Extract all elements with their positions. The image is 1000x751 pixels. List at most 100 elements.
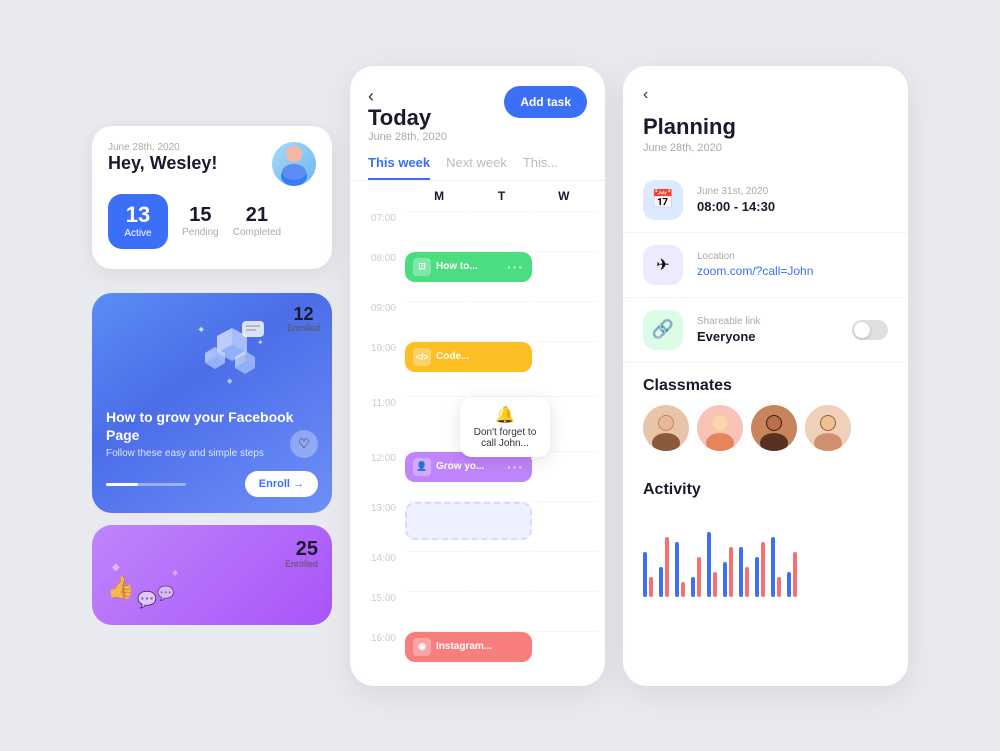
- bar-red-5: [713, 572, 717, 597]
- activity-section-title: Activity: [623, 467, 908, 509]
- bar-group-8: [755, 542, 765, 597]
- bar-red-10: [793, 552, 797, 597]
- bar-group-6: [723, 547, 733, 597]
- classmates-section-title: Classmates: [623, 363, 908, 405]
- time-label-1600: 16:00: [358, 631, 402, 671]
- event-grow-label: Grow yo...: [436, 461, 484, 472]
- event-how-to-icon: ⊡: [413, 258, 431, 276]
- tab-this-month[interactable]: This...: [523, 155, 558, 180]
- slot-m-1500: [405, 591, 467, 631]
- planning-panel: ‹ Planning June 28th, 2020 📅 June 31st, …: [623, 66, 908, 686]
- slot-w-1300: [535, 501, 597, 551]
- pending-count: 15: [182, 205, 219, 225]
- bar-blue-6: [723, 562, 727, 597]
- bar-group-9: [771, 537, 781, 597]
- event-grow-icon: 👤: [413, 458, 431, 476]
- bar-blue-3: [675, 542, 679, 597]
- reminder-text: Don't forget to call John...: [470, 427, 540, 449]
- calendar-icon: 📅: [652, 189, 674, 210]
- share-icon-circle: 🔗: [643, 310, 683, 350]
- share-content: Shareable link Everyone: [697, 316, 760, 344]
- plan-back-button[interactable]: ‹: [643, 86, 888, 104]
- time-row-0800: 08:00 ⊡ How to... ···: [358, 251, 597, 301]
- event-code-label: Code...: [436, 351, 469, 362]
- pending-label: Pending: [182, 227, 219, 238]
- cal-back-button[interactable]: ‹: [368, 86, 447, 107]
- time-label-1000: 10:00: [358, 341, 402, 396]
- bar-blue-5: [707, 532, 711, 597]
- time-label-1500: 15:00: [358, 591, 402, 631]
- event-how-to[interactable]: ⊡ How to... ···: [405, 252, 532, 282]
- classmate-4: [805, 405, 851, 451]
- tab-this-week[interactable]: This week: [368, 155, 430, 180]
- event-code[interactable]: </> Code...: [405, 342, 532, 372]
- share-toggle[interactable]: [852, 320, 888, 340]
- bar-red-9: [777, 577, 781, 597]
- classmate-1: [643, 405, 689, 451]
- progress-fill: [106, 483, 138, 486]
- svg-text:💬: 💬: [157, 585, 175, 602]
- enroll-button[interactable]: Enroll →: [245, 471, 318, 497]
- time-label-0900: 09:00: [358, 301, 402, 341]
- course-footer: Enroll →: [106, 471, 318, 497]
- bar-red-2: [665, 537, 669, 597]
- add-task-button[interactable]: Add task: [504, 86, 587, 118]
- greeting-title: Hey, Wesley!: [108, 153, 217, 174]
- slot-m-0700: [405, 211, 467, 251]
- stat-completed: 21 Completed: [233, 205, 281, 238]
- slot-t-0700: [470, 211, 532, 251]
- enrolled-count: 12: [287, 305, 320, 323]
- slot-w-0800: [535, 251, 597, 301]
- bar-red-7: [745, 567, 749, 597]
- cal-title: Today: [368, 107, 447, 129]
- slot-m-0900: [405, 301, 467, 341]
- slot-m-1300: [405, 501, 532, 551]
- bar-blue-2: [659, 567, 663, 597]
- completed-label: Completed: [233, 227, 281, 238]
- time-label-1100: 11:00: [358, 396, 402, 451]
- tab-next-week[interactable]: Next week: [446, 155, 507, 180]
- event-placeholder: [405, 502, 532, 540]
- plan-header: ‹ Planning June 28th, 2020: [623, 66, 908, 168]
- slot-m-0800: ⊡ How to... ···: [405, 251, 532, 301]
- bar-blue-4: [691, 577, 695, 597]
- event-instagram-label: Instagram...: [436, 641, 492, 652]
- cal-date: June 28th, 2020: [368, 131, 447, 143]
- event-instagram[interactable]: ◉ Instagram...: [405, 632, 532, 662]
- reminder-bubble: 🔔 Don't forget to call John...: [460, 397, 550, 457]
- bar-group-5: [707, 532, 717, 597]
- slot-m-1600: ◉ Instagram...: [405, 631, 532, 671]
- bar-group-7: [739, 547, 749, 597]
- course-illustration: ✦ ✦ ◆: [187, 303, 277, 398]
- plan-item-share: 🔗 Shareable link Everyone: [623, 298, 908, 363]
- day-w: W: [535, 189, 593, 203]
- datetime-value: 08:00 - 14:30: [697, 199, 775, 214]
- cal-tabs: This week Next week This...: [350, 155, 605, 181]
- location-content: Location zoom.com/?call=John: [697, 251, 813, 278]
- chart-bars: [643, 517, 888, 597]
- active-label: Active: [122, 228, 154, 239]
- slot-w-0700: [535, 211, 597, 251]
- location-value[interactable]: zoom.com/?call=John: [697, 264, 813, 278]
- datetime-icon-circle: 📅: [643, 180, 683, 220]
- cal-body: 07:00 08:00 ⊡ How to... ···: [350, 211, 605, 671]
- course-subtitle: Follow these easy and simple steps: [106, 448, 318, 459]
- plan-item-datetime: 📅 June 31st, 2020 08:00 - 14:30: [623, 168, 908, 233]
- bar-blue-1: [643, 552, 647, 597]
- slot-m-1000: </> Code...: [405, 341, 532, 396]
- day-m: M: [410, 189, 468, 203]
- avatar: [272, 142, 316, 186]
- completed-count: 21: [233, 205, 281, 225]
- time-label-1200: 12:00: [358, 451, 402, 501]
- stat-pending: 15 Pending: [182, 205, 219, 238]
- slot-w-1600: [535, 631, 597, 671]
- toggle-knob: [854, 322, 870, 338]
- main-container: June 28th, 2020 Hey, Wesley! 13 Act: [0, 0, 1000, 751]
- day-t: T: [472, 189, 530, 203]
- bar-red-1: [649, 577, 653, 597]
- bar-blue-8: [755, 557, 759, 597]
- plan-item-location: ✈ Location zoom.com/?call=John: [623, 233, 908, 298]
- event-how-to-label: How to...: [436, 261, 478, 272]
- cal-header: ‹ Today June 28th, 2020 Add task: [350, 66, 605, 155]
- bar-red-8: [761, 542, 765, 597]
